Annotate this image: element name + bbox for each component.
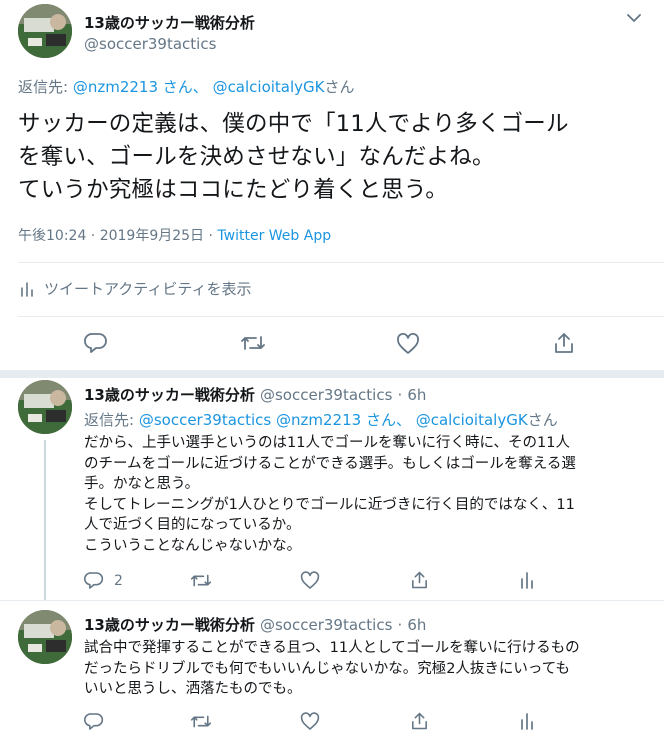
bar-chart-icon [20,281,34,297]
mention-link[interactable]: @nzm2213 さん、 [73,78,208,96]
reply-to-line: 返信先: @nzm2213 さん、 @calcioitalyGKさん [18,76,355,97]
display-name[interactable]: 13歳のサッカー戦術分析 [84,616,255,634]
divider [0,600,664,601]
tweet-text-line: そしてトレーニングが1人ひとりでゴールに近づきに行く目的ではなく、11 [84,496,575,513]
like-icon[interactable] [396,333,420,355]
user-handle[interactable]: @soccer39tactics [84,35,216,53]
reply-header: 13歳のサッカー戦術分析 @soccer39tactics · 6h [84,384,426,405]
like-icon[interactable] [300,571,320,590]
relative-time[interactable]: 6h [407,386,426,404]
separator-dot: · [397,616,403,634]
tweet-text-line: のチームをゴールに近づけることができる選手。もしくはゴールを奪える選 [84,455,576,472]
tweet-text-line: 試合中で発揮することができる且つ、11人としてゴールを奪いに行けるもの [84,640,580,656]
share-icon[interactable] [410,711,429,731]
tweet-text: だから、上手い選手というのは11人でゴールを奪いに行く時に、その11人 のチーム… [84,433,662,556]
avatar[interactable] [18,4,72,58]
display-name[interactable]: 13歳のサッカー戦術分析 [84,12,255,33]
reply-count: 2 [114,572,123,589]
tweet-text: サッカーの定義は、僕の中で「11人でより多くゴール を奪い、ゴールを決めさせない… [18,108,658,207]
relative-time[interactable]: 6h [407,616,426,634]
avatar[interactable] [18,610,72,664]
timestamp-text[interactable]: 午後10:24 · 2019年9月25日 · [18,228,217,244]
reply-suffix: さん [527,411,558,429]
tweet-activity-link[interactable]: ツイートアクティビティを表示 [20,278,251,299]
retweet-icon[interactable] [190,713,212,730]
share-icon[interactable] [553,331,575,355]
avatar[interactable] [18,380,72,434]
reply-prefix: 返信先: [18,78,69,96]
separator-dot: · [397,386,403,404]
mention-link[interactable]: @calcioitalyGK [213,78,325,96]
retweet-icon[interactable] [240,333,266,353]
bar-chart-icon[interactable] [520,712,534,730]
thread-separator [0,370,664,378]
tweet-text-line: ていうか究極はココにたどり着くと思う。 [18,177,448,203]
tweet-text-line: 手。かなと思う。 [84,476,200,492]
mention-link[interactable]: @soccer39tactics @nzm2213 さん、 [139,411,411,429]
mention-link[interactable]: @calcioitalyGK [416,411,528,429]
tweet-text-line: サッカーの定義は、僕の中で「11人でより多くゴール [18,111,569,137]
tweet-text-line: こういうことなんじゃないかな。 [84,537,302,554]
activity-label: ツイートアクティビティを表示 [44,280,252,298]
tweet-timestamp: 午後10:24 · 2019年9月25日 · Twitter Web App [18,225,331,245]
reply-prefix: 返信先: [84,411,135,429]
divider [18,262,664,263]
tweet-text-line: を奪い、ゴールを決めさせない」なんだよね。 [18,144,495,170]
user-handle[interactable]: @soccer39tactics [260,616,392,634]
share-icon[interactable] [410,570,429,590]
tweet-text-line: だから、上手い選手というのは11人でゴールを奪いに行く時に、その11人 [84,435,570,451]
reply-to-line: 返信先: @soccer39tactics @nzm2213 さん、 @calc… [84,409,558,430]
tweet-text-line: 人で近づく目的になっているか。 [84,517,301,533]
bar-chart-icon[interactable] [520,571,534,589]
user-handle[interactable]: @soccer39tactics [260,386,392,404]
retweet-icon[interactable] [190,572,212,589]
tweet-text: 試合中で発揮することができる且つ、11人としてゴールを奪いに行けるもの だったら… [84,638,662,700]
reply-suffix: さん [324,78,355,96]
tweet-text-line: いいと思うし、洒落たものでも。 [84,681,302,697]
tweet-text-line: だったらドリブルでも何でもいいんじゃないかな。究極2人抜きにいっても [84,660,570,677]
source-link[interactable]: Twitter Web App [217,228,331,244]
divider [18,316,664,317]
reply-icon[interactable]: 2 [84,571,123,590]
reply-header: 13歳のサッカー戦術分析 @soccer39tactics · 6h [84,614,426,635]
chevron-down-icon[interactable] [626,12,642,24]
reply-icon[interactable] [84,712,104,731]
like-icon[interactable] [300,712,320,731]
reply-icon[interactable] [84,332,108,354]
display-name[interactable]: 13歳のサッカー戦術分析 [84,386,255,404]
thread-line [44,440,46,600]
